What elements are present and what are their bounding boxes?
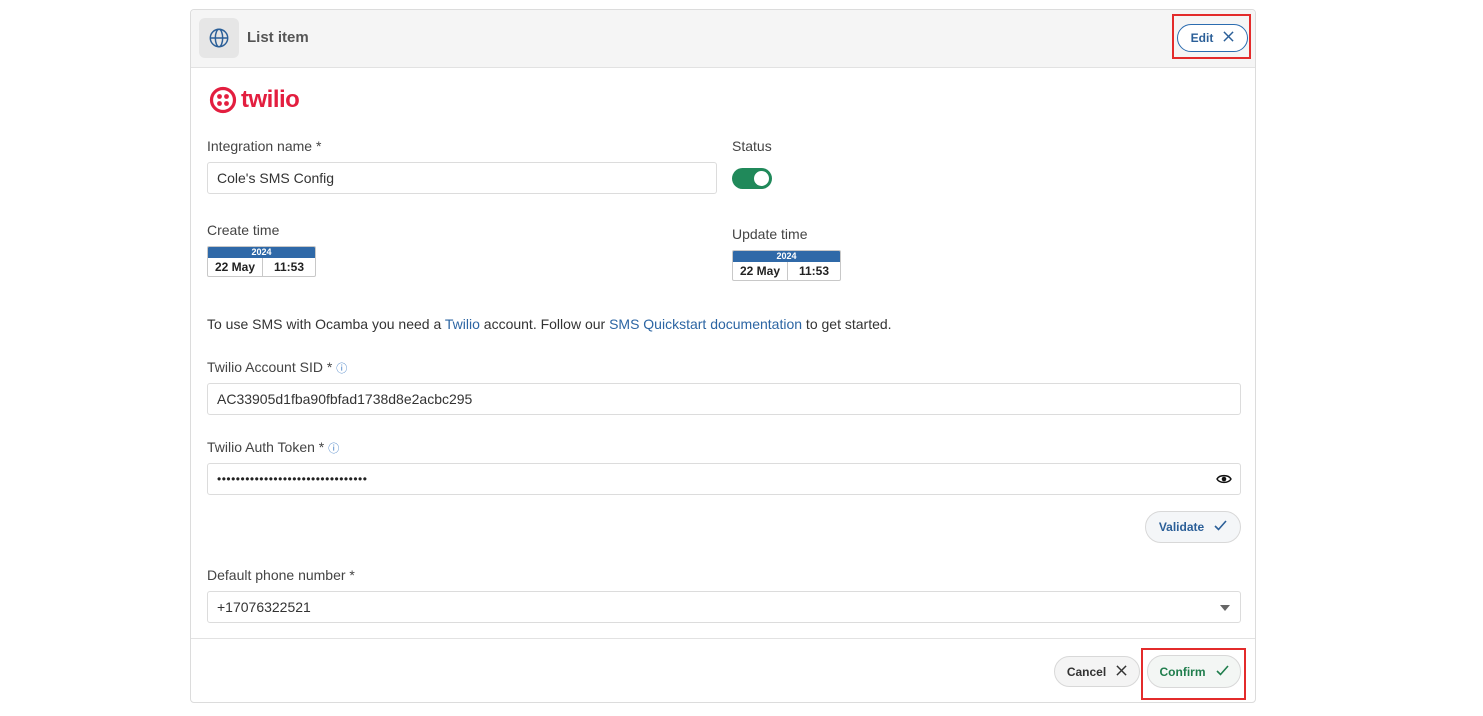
list-item-panel: List item Edit twilio Integration name *… — [190, 9, 1256, 703]
globe-icon — [199, 18, 239, 58]
status-label: Status — [732, 138, 772, 154]
twilio-link[interactable]: Twilio — [445, 316, 480, 332]
page-title: List item — [247, 29, 309, 46]
twilio-logo-icon — [209, 86, 237, 114]
auth-token-label-wrap: Twilio Auth Token * ⓘ — [207, 439, 339, 456]
panel-header: List item — [191, 10, 1255, 68]
close-icon — [1116, 664, 1127, 679]
validate-button[interactable]: Validate — [1145, 511, 1241, 543]
auth-token-label: Twilio Auth Token * — [207, 439, 325, 455]
chevron-down-icon — [1220, 605, 1230, 611]
info-icon[interactable]: ⓘ — [328, 443, 339, 455]
update-time-time: 11:53 — [798, 264, 830, 278]
create-time-label: Create time — [207, 222, 280, 238]
help-text-prefix: To use SMS with Ocamba you need a — [207, 316, 445, 332]
account-sid-label: Twilio Account SID * — [207, 359, 333, 375]
help-text-middle: account. Follow our — [479, 316, 610, 332]
phone-number-select[interactable]: +17076322521 — [207, 591, 1241, 623]
cancel-button-label: Cancel — [1066, 664, 1107, 679]
account-sid-input[interactable]: AC33905d1fba90fbfad1738d8e2acbc295 — [207, 383, 1241, 415]
eye-icon[interactable] — [1216, 472, 1232, 488]
validate-button-label: Validate — [1158, 520, 1205, 534]
status-toggle[interactable] — [732, 168, 772, 189]
update-time-year: 2024 — [733, 251, 840, 262]
confirm-button[interactable]: Confirm — [1147, 655, 1241, 688]
update-time-display: 2024 22 May 11:53 — [732, 250, 841, 281]
twilio-logo-text: twilio — [241, 86, 300, 113]
check-icon — [1215, 664, 1229, 679]
auth-token-masked-value: •••••••••••••••••••••••••••••••• — [217, 472, 368, 486]
sms-quickstart-link[interactable]: SMS Quickstart documentation — [609, 316, 802, 332]
update-time-day: 22 May — [733, 262, 788, 280]
help-text: To use SMS with Ocamba you need a Twilio… — [207, 316, 892, 332]
phone-number-label: Default phone number * — [207, 567, 355, 583]
twilio-logo: twilio — [209, 85, 300, 115]
integration-name-label: Integration name * — [207, 138, 322, 154]
info-icon[interactable]: ⓘ — [336, 363, 347, 375]
edit-button-label: Edit — [1190, 31, 1214, 45]
create-time-display: 2024 22 May 11:53 — [207, 246, 316, 277]
create-time-year: 2024 — [208, 247, 315, 258]
footer-divider — [191, 638, 1255, 639]
check-icon — [1214, 520, 1227, 534]
auth-token-input[interactable]: •••••••••••••••••••••••••••••••• — [207, 463, 1241, 495]
help-text-suffix: to get started. — [802, 316, 892, 332]
integration-name-input[interactable]: Cole's SMS Config — [207, 162, 717, 194]
update-time-label: Update time — [732, 226, 808, 242]
confirm-button-label: Confirm — [1159, 664, 1206, 679]
create-time-time: 11:53 — [273, 260, 305, 274]
cancel-button[interactable]: Cancel — [1054, 656, 1140, 687]
create-time-day: 22 May — [208, 258, 263, 276]
phone-number-value: +17076322521 — [217, 599, 311, 615]
edit-button[interactable]: Edit — [1177, 24, 1248, 52]
toggle-knob — [754, 171, 769, 186]
account-sid-label-wrap: Twilio Account SID * ⓘ — [207, 359, 347, 376]
close-icon — [1223, 31, 1234, 45]
